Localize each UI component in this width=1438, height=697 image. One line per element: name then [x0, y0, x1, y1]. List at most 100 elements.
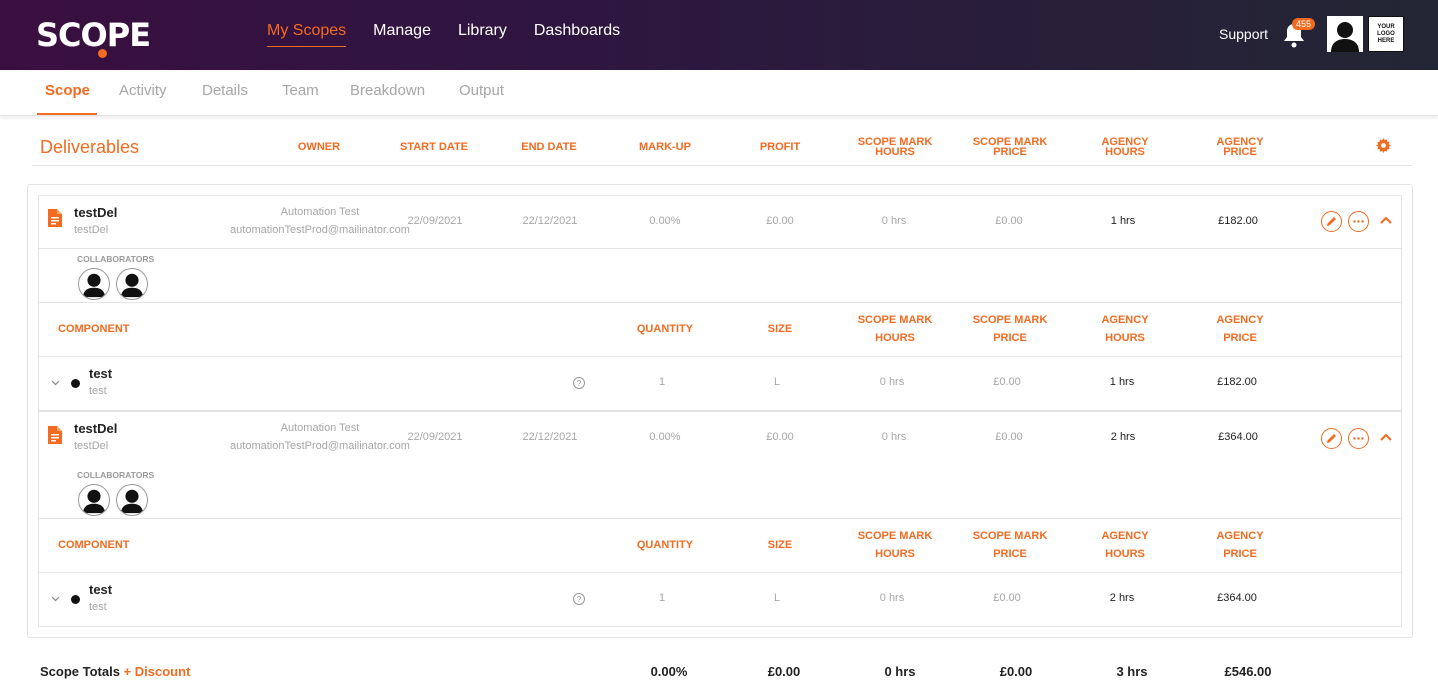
col-label-line: AGENCY	[1216, 314, 1264, 326]
total-agency-price: £546.00	[1224, 664, 1272, 679]
component-scope-mark-price: £0.00	[993, 376, 1021, 388]
help-icon[interactable]: ?	[573, 377, 585, 389]
col-label-line: HOURS	[875, 332, 915, 344]
deliverable-subtitle: testDel	[74, 440, 109, 452]
scope-mark-hours-value: 0 hrs	[881, 431, 907, 443]
component-name[interactable]: test	[89, 582, 112, 597]
quantity-col-header: QUANTITY	[636, 539, 694, 551]
quantity-col-header: QUANTITY	[636, 323, 694, 335]
col-label-line: PRICE	[1223, 146, 1257, 158]
chevron-down-icon[interactable]	[51, 596, 60, 602]
component-bullet	[71, 595, 80, 604]
col-label-line: AGENCY	[1216, 530, 1264, 542]
user-avatar[interactable]	[1327, 16, 1363, 52]
owner-email: automationTestProd@mailinator.com	[230, 440, 410, 452]
tab-scope[interactable]: Scope	[45, 82, 90, 99]
help-icon[interactable]: ?	[573, 593, 585, 605]
nav-manage[interactable]: Manage	[373, 22, 431, 47]
tab-activity[interactable]: Activity	[119, 82, 167, 99]
chevron-down-icon[interactable]	[51, 380, 60, 386]
col-start-date[interactable]: START DATE	[394, 142, 474, 153]
component-size: L	[773, 592, 781, 604]
col-label-line: PRICE	[993, 146, 1027, 158]
scope-mark-price-col-header: SCOPE MARK PRICE	[960, 311, 1060, 347]
col-owner[interactable]: OWNER	[279, 142, 359, 153]
col-markup[interactable]: MARK-UP	[625, 142, 705, 153]
deliverables-title: Deliverables	[40, 137, 140, 157]
component-scope-mark-price: £0.00	[993, 592, 1021, 604]
collaborator-avatar[interactable]	[78, 484, 110, 516]
agency-hours-col-header: AGENCY HOURS	[1075, 311, 1175, 347]
component-scope-mark-hours: 0 hrs	[879, 592, 905, 604]
owner-name: Automation Test	[280, 422, 360, 434]
col-scope-mark-price[interactable]: SCOPE MARK PRICE	[960, 137, 1060, 158]
col-label-line: HOURS	[1105, 146, 1145, 158]
agency-price-value: £364.00	[1218, 431, 1258, 443]
row-divider	[38, 302, 1402, 303]
nav-my-scopes[interactable]: My Scopes	[267, 22, 347, 47]
scope-mark-price-value: £0.00	[995, 215, 1023, 227]
col-label-line: AGENCY	[1101, 530, 1149, 542]
component-subtitle: test	[89, 601, 107, 613]
edit-button[interactable]	[1321, 428, 1342, 449]
row-divider	[38, 248, 1402, 249]
deliverable-name[interactable]: testDel	[74, 205, 117, 220]
tab-details[interactable]: Details	[202, 82, 248, 99]
row-divider	[38, 518, 1402, 519]
more-options-button[interactable]	[1348, 211, 1369, 232]
collaborator-avatar[interactable]	[116, 484, 148, 516]
col-scope-mark-hours[interactable]: SCOPE MARK HOURS	[845, 137, 945, 158]
agency-hours-col-header: AGENCY HOURS	[1075, 527, 1175, 563]
component-subtitle: test	[89, 385, 107, 397]
start-date: 22/09/2021	[407, 215, 463, 227]
collaborator-avatar[interactable]	[78, 268, 110, 300]
col-profit[interactable]: PROFIT	[740, 142, 820, 153]
chevron-up-icon[interactable]	[1380, 216, 1392, 224]
pencil-icon	[1327, 217, 1336, 226]
col-agency-price[interactable]: AGENCY PRICE	[1190, 137, 1290, 158]
tab-team[interactable]: Team	[282, 82, 319, 99]
gear-icon[interactable]	[1376, 138, 1391, 153]
component-agency-price: £182.00	[1217, 376, 1257, 388]
component-agency-hours: 1 hrs	[1109, 376, 1135, 388]
nav-library[interactable]: Library	[458, 22, 507, 47]
nav-dashboards[interactable]: Dashboards	[534, 22, 620, 47]
markup-value: 0.00%	[649, 431, 681, 443]
component-col-header: COMPONENT	[58, 539, 130, 551]
agency-price-value: £182.00	[1218, 215, 1258, 227]
scope-logo[interactable]: SCOPE	[36, 16, 151, 58]
support-link[interactable]: Support	[1219, 26, 1268, 42]
agency-price-col-header: AGENCY PRICE	[1190, 311, 1290, 347]
total-scope-mark-hours: 0 hrs	[884, 664, 916, 679]
active-tab-indicator	[37, 113, 97, 115]
main-nav: My Scopes Manage Library Dashboards	[267, 22, 620, 47]
chevron-up-icon[interactable]	[1380, 433, 1392, 441]
component-name[interactable]: test	[89, 366, 112, 381]
totals-text: Scope Totals	[40, 664, 120, 679]
col-label-line: HOURS	[1105, 332, 1145, 344]
add-discount-link[interactable]: + Discount	[124, 664, 191, 679]
size-col-header: SIZE	[767, 323, 793, 335]
collaborator-avatar[interactable]	[116, 268, 148, 300]
col-label-line: HOURS	[875, 548, 915, 560]
tab-output[interactable]: Output	[459, 82, 504, 99]
logo-dot	[98, 49, 107, 58]
company-logo-line: LOGO	[1377, 30, 1395, 37]
scope-mark-price-value: £0.00	[995, 431, 1023, 443]
company-logo: YOUR LOGO HERE	[1368, 16, 1404, 52]
col-end-date[interactable]: END DATE	[509, 142, 589, 153]
col-label-line: AGENCY	[1101, 314, 1149, 326]
pencil-icon	[1327, 434, 1336, 443]
deliverable-name[interactable]: testDel	[74, 421, 117, 436]
owner-name: Automation Test	[280, 206, 360, 218]
total-profit: £0.00	[767, 664, 801, 679]
col-agency-hours[interactable]: AGENCY HOURS	[1075, 137, 1175, 158]
ellipsis-icon	[1353, 437, 1364, 440]
row-divider	[38, 572, 1402, 573]
edit-button[interactable]	[1321, 211, 1342, 232]
deliverable-subtitle: testDel	[74, 224, 109, 236]
tab-breakdown[interactable]: Breakdown	[350, 82, 425, 99]
col-label-line: HOURS	[875, 146, 915, 158]
col-label-line: PRICE	[993, 548, 1027, 560]
more-options-button[interactable]	[1348, 428, 1369, 449]
